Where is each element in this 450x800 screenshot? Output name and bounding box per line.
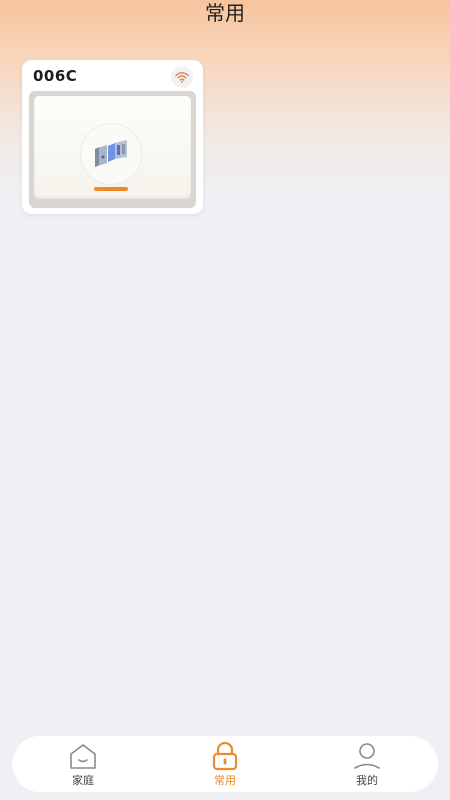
- person-icon: [354, 742, 380, 769]
- home-icon: [70, 743, 96, 769]
- nav-item-home[interactable]: 家庭: [38, 736, 128, 792]
- smart-lock-icon: [80, 123, 142, 185]
- nav-label-home: 家庭: [72, 773, 94, 787]
- lock-icon: [212, 741, 238, 770]
- device-name: 006C: [33, 67, 78, 85]
- page-title: 常用: [205, 1, 245, 25]
- device-preview-frame: [29, 91, 196, 208]
- nav-label-favorites: 常用: [214, 773, 236, 787]
- nav-item-favorites[interactable]: 常用: [180, 736, 270, 792]
- device-preview-panel: [34, 96, 191, 199]
- bottom-nav: 家庭 常用 我的: [12, 736, 438, 792]
- device-card[interactable]: 006C: [22, 60, 203, 214]
- wifi-icon: [171, 66, 193, 88]
- nav-item-profile[interactable]: 我的: [322, 736, 412, 792]
- nav-label-profile: 我的: [356, 773, 378, 787]
- status-bar: [94, 187, 128, 191]
